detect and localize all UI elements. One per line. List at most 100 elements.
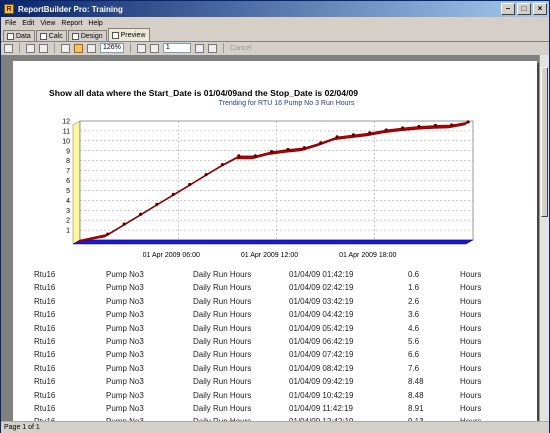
pump-cell: Pump No3 (106, 363, 144, 373)
data-point (319, 141, 323, 145)
pump-cell: Pump No3 (106, 337, 144, 346)
table-row: Rtu16 Pump No3 Daily Run Hours 01/04/09 05:… (13, 324, 537, 336)
rtu-cell: Rtu16 (34, 296, 56, 306)
rtu-cell: Rtu16 (34, 404, 56, 413)
y-tick-label: 4 (66, 198, 70, 205)
rtu-cell: Rtu16 (34, 323, 56, 333)
unit-cell: Hours (460, 337, 482, 346)
value-cell: 1.6 (408, 283, 420, 293)
data-point (138, 212, 143, 216)
measure-cell: Daily Run Hours (193, 390, 252, 400)
unit-cell: Hours (460, 404, 482, 413)
data-point (188, 182, 192, 187)
rtu-cell: Rtu16 (34, 270, 56, 279)
rtu-cell: Rtu16 (34, 283, 56, 293)
whole-page-icon[interactable] (61, 43, 70, 53)
next-page-icon[interactable] (194, 43, 204, 53)
close-button[interactable]: × (533, 3, 547, 15)
y-tick-label: 9 (66, 148, 70, 155)
tab-calc[interactable]: Calc (35, 30, 67, 41)
value-cell: 5.6 (408, 337, 420, 346)
data-point (384, 128, 388, 132)
measure-cell: Daily Run Hours (193, 296, 252, 306)
data-point (400, 126, 405, 130)
measure-cell: Daily Run Hours (193, 363, 252, 373)
rtu-cell: Rtu16 (34, 377, 56, 387)
data-point (302, 146, 306, 150)
measure-cell: Daily Run Hours (193, 310, 252, 320)
measure-cell: Daily Run Hours (193, 350, 252, 360)
preview-icon (111, 31, 119, 39)
prior-page-icon[interactable] (149, 43, 159, 53)
unit-cell: Hours (460, 350, 482, 360)
report-page: Show all data where the Start_Date is 01… (13, 61, 537, 421)
minimize-button[interactable]: – (501, 3, 515, 15)
toolbar-divider (54, 43, 55, 53)
toolbar-divider (19, 43, 20, 53)
unit-cell: Hours (460, 377, 482, 387)
chart-left-wall (72, 120, 81, 245)
timestamp-cell: 01/04/09 08:42:19 (289, 363, 354, 373)
table-row: Rtu16 Pump No3 Daily Run Hours 01/04/09 07:… (13, 350, 537, 362)
last-page-icon[interactable] (207, 43, 217, 53)
tab-design[interactable]: Design (67, 30, 107, 41)
y-tick-label: 5 (66, 188, 70, 195)
tab-data[interactable]: Data (3, 30, 35, 41)
print-icon[interactable] (4, 43, 13, 53)
data-point (269, 150, 274, 154)
preview-toolbar: 126% 1 Cancel (1, 42, 549, 54)
x-tick-label: 01 Apr 2009 18:00 (339, 252, 396, 259)
measure-cell: Daily Run Hours (193, 283, 252, 293)
data-point (171, 192, 175, 196)
tab-preview[interactable]: Preview (107, 28, 150, 41)
vertical-scrollbar[interactable] (539, 55, 549, 421)
timestamp-cell: 01/04/09 02:42:19 (289, 283, 354, 293)
page-count-text: Page 1 of 1 (4, 424, 40, 431)
data-point (253, 154, 257, 158)
calc-icon (39, 32, 47, 40)
chart-floor (72, 239, 474, 245)
menu-help[interactable]: Help (88, 20, 102, 27)
value-cell: 3.6 (408, 310, 420, 320)
y-tick-label: 6 (66, 178, 70, 185)
menu-edit[interactable]: Edit (22, 20, 34, 27)
binoculars-icon[interactable] (39, 43, 48, 53)
data-point (155, 202, 159, 206)
page-number-field[interactable]: 1 (162, 43, 191, 53)
page-width-icon[interactable] (74, 43, 83, 53)
table-row: Rtu16 Pump No3 Daily Run Hours 01/04/09 06:… (13, 337, 537, 349)
search-icon[interactable] (26, 43, 35, 53)
data-point (220, 163, 225, 167)
data-icon (7, 32, 14, 40)
unit-cell: Hours (460, 323, 482, 333)
cancel-button[interactable]: Cancel (230, 45, 252, 52)
menu-report[interactable]: Report (61, 20, 82, 27)
rtu-cell: Rtu16 (34, 350, 56, 360)
x-tick-label: 01 Apr 2009 12:00 (241, 252, 298, 259)
menu-view[interactable]: View (40, 20, 55, 27)
zoom-icon[interactable] (87, 43, 96, 53)
data-point (450, 123, 454, 127)
timestamp-cell: 01/04/09 10:42:19 (289, 390, 354, 400)
window-title: ReportBuilder Pro: Training (18, 4, 123, 14)
maximize-button[interactable]: □ (517, 3, 531, 15)
value-cell: 8.48 (408, 390, 424, 400)
preview-area[interactable]: Show all data where the Start_Date is 01… (1, 55, 549, 421)
first-page-icon[interactable] (136, 43, 146, 53)
value-cell: 4.6 (408, 323, 420, 333)
measure-cell: Daily Run Hours (193, 323, 252, 333)
scrollbar-thumb[interactable] (541, 67, 548, 217)
menu-file[interactable]: File (5, 20, 16, 27)
app-logo-icon: R (4, 4, 14, 14)
value-cell: 8.91 (408, 404, 424, 413)
timestamp-cell: 01/04/09 09:42:19 (289, 377, 354, 387)
app-window: R ReportBuilder Pro: Training – □ × File… (0, 0, 550, 433)
data-point (237, 154, 241, 158)
zoom-field[interactable]: 126% (100, 43, 124, 53)
measure-cell: Daily Run Hours (193, 270, 252, 279)
measure-cell: Daily Run Hours (193, 404, 252, 413)
x-tick-label: 01 Apr 2009 06:00 (143, 252, 200, 259)
rtu-cell: Rtu16 (34, 363, 56, 373)
pump-cell: Pump No3 (106, 283, 144, 293)
pump-cell: Pump No3 (106, 377, 144, 387)
